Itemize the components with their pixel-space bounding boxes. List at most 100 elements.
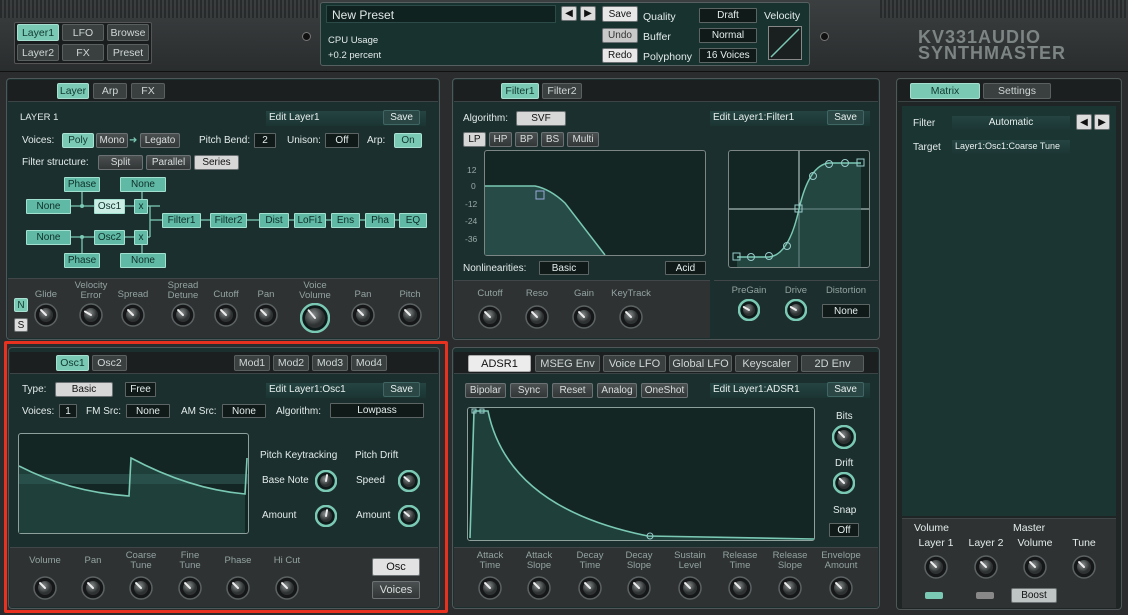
save-button[interactable]: Save: [602, 6, 638, 22]
osc-save-button[interactable]: Save: [383, 382, 420, 397]
filter-type-bp[interactable]: BP: [515, 132, 538, 147]
ens-node[interactable]: Ens: [331, 213, 360, 228]
base-note-knob[interactable]: [314, 469, 338, 493]
matrix-target-select[interactable]: Layer1:Osc1:Coarse Tune: [952, 140, 1070, 155]
release-slope-knob[interactable]: [778, 576, 802, 600]
tab-mod4[interactable]: Mod4: [351, 355, 387, 371]
tab-global-lfo[interactable]: Global LFO: [669, 355, 732, 372]
hi-cut-knob[interactable]: [275, 576, 299, 600]
osc2-node[interactable]: Osc2: [94, 230, 125, 245]
env-bipolar-button[interactable]: Bipolar: [465, 383, 506, 398]
osc-algorithm-select[interactable]: Lowpass: [330, 403, 424, 418]
matrix-filter-select[interactable]: Automatic: [952, 116, 1070, 131]
snap-select[interactable]: Off: [829, 523, 859, 537]
filter1-node[interactable]: Filter1: [162, 213, 201, 228]
drift-knob[interactable]: [832, 471, 856, 495]
tab-voice-lfo[interactable]: Voice LFO: [603, 355, 666, 372]
layer-1-knob[interactable]: [924, 555, 948, 579]
tab-mod1[interactable]: Mod1: [234, 355, 270, 371]
tune-knob[interactable]: [1072, 555, 1096, 579]
filter-type-lp[interactable]: LP: [463, 132, 486, 147]
envelope-display[interactable]: [467, 407, 815, 541]
layer2-led[interactable]: [976, 592, 994, 599]
keytrack-amount-knob[interactable]: [314, 504, 338, 528]
mix-node-1[interactable]: x: [134, 199, 148, 214]
distortion-curve-graph[interactable]: [728, 150, 870, 268]
env-reset-button[interactable]: Reset: [552, 383, 593, 398]
nonlinearities-select[interactable]: Basic: [539, 261, 589, 275]
fm-none-node-2[interactable]: None: [120, 253, 166, 268]
fine-tune-knob[interactable]: [178, 576, 202, 600]
env-save-button[interactable]: Save: [827, 382, 864, 397]
pitch-knob[interactable]: [398, 303, 422, 327]
source-none-node-2[interactable]: None: [26, 230, 71, 245]
reso-knob[interactable]: [525, 305, 549, 329]
tab-osc1[interactable]: Osc1: [56, 355, 89, 371]
phase-node-1[interactable]: Phase: [64, 177, 100, 192]
coarse-tune-knob[interactable]: [129, 576, 153, 600]
tab-filter1[interactable]: Filter1: [501, 83, 539, 99]
pan-knob[interactable]: [351, 303, 375, 327]
layer1-led[interactable]: [925, 592, 943, 599]
osc-type-select[interactable]: Basic: [55, 382, 113, 397]
cutoff-knob[interactable]: [478, 305, 502, 329]
buffer-select[interactable]: Normal: [699, 28, 757, 43]
eq-node[interactable]: EQ: [399, 213, 427, 228]
drift-amount-knob[interactable]: [397, 504, 421, 528]
osc-view-button[interactable]: Osc: [372, 558, 420, 576]
tab-adsr1[interactable]: ADSR1: [468, 355, 531, 372]
tab-settings[interactable]: Settings: [983, 83, 1051, 99]
tab-keyscaler[interactable]: Keyscaler: [735, 355, 798, 372]
sustain-level-knob[interactable]: [678, 576, 702, 600]
cutoff-knob[interactable]: [214, 303, 238, 327]
next-preset-button[interactable]: ▶: [580, 6, 596, 21]
attack-time-knob[interactable]: [478, 576, 502, 600]
gain-knob[interactable]: [572, 305, 596, 329]
boost-button[interactable]: Boost: [1011, 588, 1057, 603]
envelope-amount-knob[interactable]: [829, 576, 853, 600]
env-sync-button[interactable]: Sync: [510, 383, 548, 398]
env-analog-button[interactable]: Analog: [597, 383, 637, 398]
velocity-curve[interactable]: [768, 26, 802, 60]
osc-free-button[interactable]: Free: [125, 382, 156, 397]
fm-src-select[interactable]: None: [126, 404, 170, 418]
pan-knob[interactable]: [81, 576, 105, 600]
tab-osc2[interactable]: Osc2: [92, 355, 127, 371]
distortion-select[interactable]: None: [822, 304, 870, 318]
tab-mod3[interactable]: Mod3: [312, 355, 348, 371]
filter-type-hp[interactable]: HP: [489, 132, 512, 147]
tab-mseg-env[interactable]: MSEG Env: [535, 355, 600, 372]
pregain-knob[interactable]: [737, 298, 761, 322]
redo-button[interactable]: Redo: [602, 48, 638, 63]
decay-slope-knob[interactable]: [627, 576, 651, 600]
osc-waveform-display[interactable]: [18, 433, 249, 534]
spread-detune-knob[interactable]: [171, 303, 195, 327]
undo-button[interactable]: Undo: [602, 28, 638, 43]
bits-knob[interactable]: [831, 424, 857, 450]
mix-node-2[interactable]: x: [134, 230, 148, 245]
velocity-error-knob[interactable]: [79, 303, 103, 327]
release-time-knob[interactable]: [728, 576, 752, 600]
pha-node[interactable]: Pha: [365, 213, 395, 228]
phase-node-2[interactable]: Phase: [64, 253, 100, 268]
glide-knob[interactable]: [34, 303, 58, 327]
keytrack-knob[interactable]: [619, 305, 643, 329]
spread-knob[interactable]: [121, 303, 145, 327]
decay-time-knob[interactable]: [578, 576, 602, 600]
osc1-node[interactable]: Osc1: [94, 199, 125, 214]
polyphony-select[interactable]: 16 Voices: [699, 48, 757, 63]
env-oneshot-button[interactable]: OneShot: [641, 383, 688, 398]
acid-button[interactable]: Acid: [665, 261, 706, 275]
filter-type-multi[interactable]: Multi: [567, 132, 599, 147]
fm-none-node-1[interactable]: None: [120, 177, 166, 192]
am-src-select[interactable]: None: [222, 404, 266, 418]
algorithm-select[interactable]: SVF: [516, 111, 566, 126]
pan-knob[interactable]: [254, 303, 278, 327]
dist-node[interactable]: Dist: [259, 213, 289, 228]
voice-volume-knob[interactable]: [299, 302, 331, 334]
phase-knob[interactable]: [226, 576, 250, 600]
filter-save-button[interactable]: Save: [827, 110, 864, 125]
prev-preset-button[interactable]: ◀: [561, 6, 577, 21]
matrix-prev-button[interactable]: ◀: [1076, 114, 1092, 130]
filter-response-graph[interactable]: [484, 150, 706, 256]
